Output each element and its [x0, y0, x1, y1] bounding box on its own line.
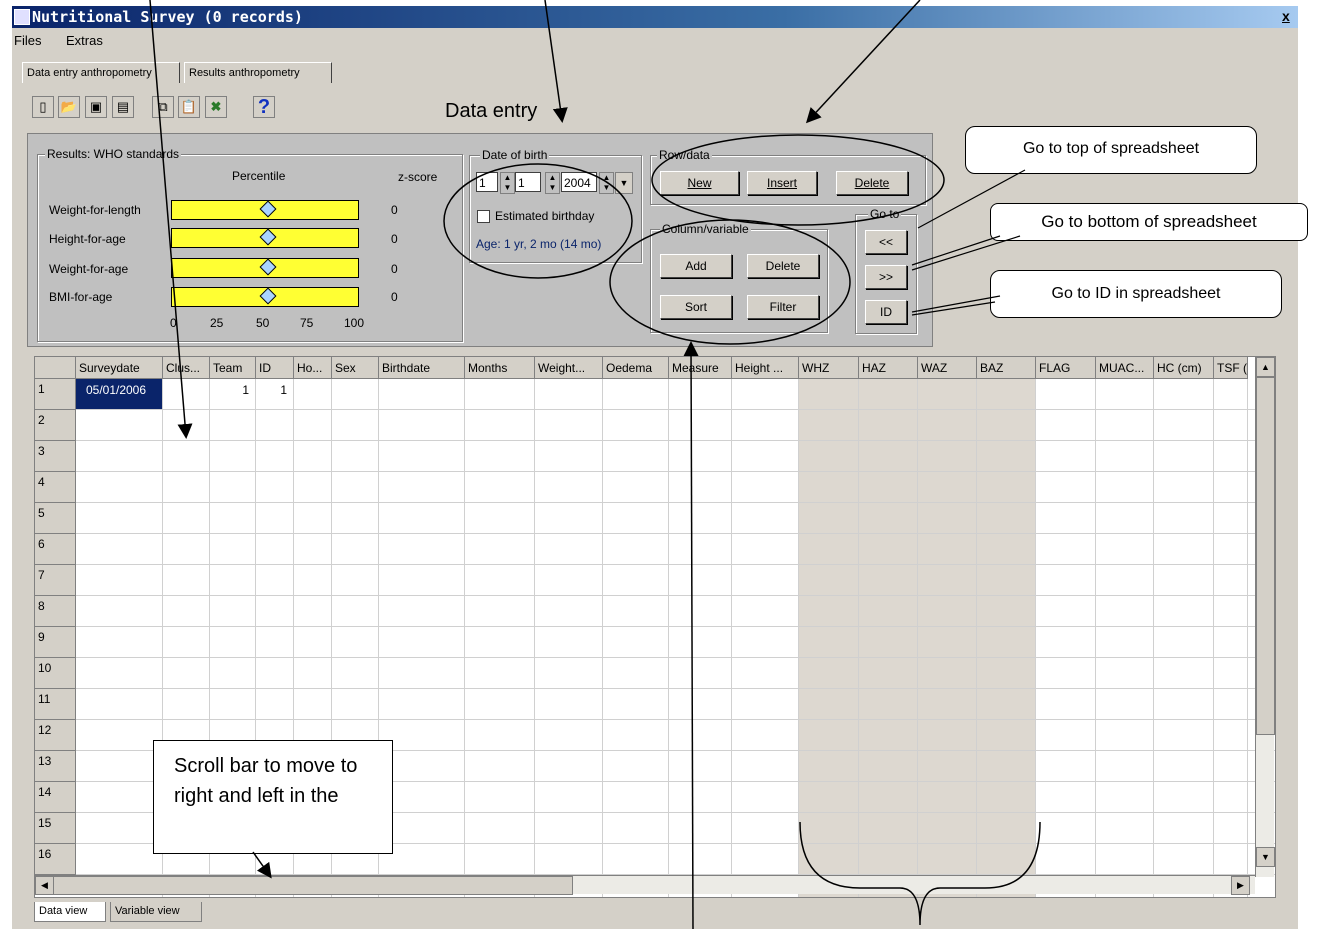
annotation-overlay — [149, 0, 1041, 929]
